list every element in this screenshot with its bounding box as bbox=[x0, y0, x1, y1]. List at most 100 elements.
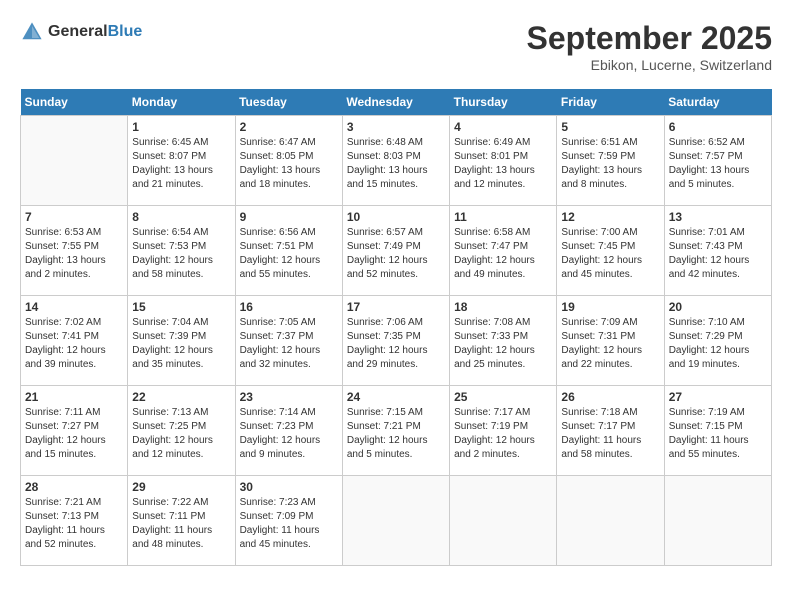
day-info-1: Sunrise: 6:45 AM Sunset: 8:07 PM Dayligh… bbox=[132, 136, 230, 192]
day-number-26: 26 bbox=[561, 390, 659, 404]
day-info-26: Sunrise: 7:18 AM Sunset: 7:17 PM Dayligh… bbox=[561, 406, 659, 462]
day-info-5: Sunrise: 6:51 AM Sunset: 7:59 PM Dayligh… bbox=[561, 136, 659, 192]
day-info-30: Sunrise: 7:23 AM Sunset: 7:09 PM Dayligh… bbox=[240, 496, 338, 552]
day-info-9: Sunrise: 6:56 AM Sunset: 7:51 PM Dayligh… bbox=[240, 226, 338, 282]
day-cell-17: 17 Sunrise: 7:06 AM Sunset: 7:35 PM Dayli… bbox=[342, 296, 449, 386]
day-info-13: Sunrise: 7:01 AM Sunset: 7:43 PM Dayligh… bbox=[669, 226, 767, 282]
day-info-8: Sunrise: 6:54 AM Sunset: 7:53 PM Dayligh… bbox=[132, 226, 230, 282]
day-cell-21: 21 Sunrise: 7:11 AM Sunset: 7:27 PM Dayli… bbox=[21, 386, 128, 476]
day-number-15: 15 bbox=[132, 300, 230, 314]
day-cell-2: 2 Sunrise: 6:47 AM Sunset: 8:05 PM Daylig… bbox=[235, 116, 342, 206]
day-cell-24: 24Sunrise: 7:15 AM Sunset: 7:21 PM Dayli… bbox=[342, 386, 449, 476]
day-cell-8: 8Sunrise: 6:54 AM Sunset: 7:53 PM Daylig… bbox=[128, 206, 235, 296]
day-info-27: Sunrise: 7:19 AM Sunset: 7:15 PM Dayligh… bbox=[669, 406, 767, 462]
day-info-18: Sunrise: 7:08 AM Sunset: 7:33 PM Dayligh… bbox=[454, 316, 552, 372]
month-title: September 2025 bbox=[527, 20, 772, 57]
day-cell-12: 12 Sunrise: 7:00 AM Sunset: 7:45 PM Dayli… bbox=[557, 206, 664, 296]
day-info-17: Sunrise: 7:06 AM Sunset: 7:35 PM Dayligh… bbox=[347, 316, 445, 372]
day-number-18: 18 bbox=[454, 300, 552, 314]
day-info-15: Sunrise: 7:04 AM Sunset: 7:39 PM Dayligh… bbox=[132, 316, 230, 372]
day-cell-20: 20 Sunrise: 7:10 AM Sunset: 7:29 PM Dayli… bbox=[664, 296, 771, 386]
day-number-23: 23 bbox=[240, 390, 338, 404]
logo-icon bbox=[20, 20, 44, 44]
day-number-6: 6 bbox=[669, 120, 767, 134]
weekday-header-wednesday: Wednesday bbox=[342, 89, 449, 116]
day-info-7: Sunrise: 6:53 AM Sunset: 7:55 PM Dayligh… bbox=[25, 226, 123, 282]
day-info-20: Sunrise: 7:10 AM Sunset: 7:29 PM Dayligh… bbox=[669, 316, 767, 372]
day-info-16: Sunrise: 7:05 AM Sunset: 7:37 PM Dayligh… bbox=[240, 316, 338, 372]
weekday-header-tuesday: Tuesday bbox=[235, 89, 342, 116]
weekday-header-row: SundayMondayTuesdayWednesdayThursdayFrid… bbox=[21, 89, 772, 116]
day-cell-9: 9Sunrise: 6:56 AM Sunset: 7:51 PM Daylig… bbox=[235, 206, 342, 296]
day-number-21: 21 bbox=[25, 390, 123, 404]
day-cell-23: 23 Sunrise: 7:14 AM Sunset: 7:23 PM Dayli… bbox=[235, 386, 342, 476]
empty-cell bbox=[664, 476, 771, 566]
page-header: GeneralBlue September 2025 Ebikon, Lucer… bbox=[20, 20, 772, 73]
day-info-10: Sunrise: 6:57 AM Sunset: 7:49 PM Dayligh… bbox=[347, 226, 445, 282]
day-cell-13: 13 Sunrise: 7:01 AM Sunset: 7:43 PM Dayli… bbox=[664, 206, 771, 296]
day-info-14: Sunrise: 7:02 AM Sunset: 7:41 PM Dayligh… bbox=[25, 316, 123, 372]
location-subtitle: Ebikon, Lucerne, Switzerland bbox=[527, 57, 772, 73]
day-number-20: 20 bbox=[669, 300, 767, 314]
empty-cell bbox=[342, 476, 449, 566]
day-cell-4: 4Sunrise: 6:49 AM Sunset: 8:01 PM Daylig… bbox=[450, 116, 557, 206]
calendar-table: SundayMondayTuesdayWednesdayThursdayFrid… bbox=[20, 89, 772, 566]
day-cell-30: 30 Sunrise: 7:23 AM Sunset: 7:09 PM Dayli… bbox=[235, 476, 342, 566]
day-info-21: Sunrise: 7:11 AM Sunset: 7:27 PM Dayligh… bbox=[25, 406, 123, 462]
day-cell-6: 6Sunrise: 6:52 AM Sunset: 7:57 PM Daylig… bbox=[664, 116, 771, 206]
day-number-4: 4 bbox=[454, 120, 552, 134]
day-cell-11: 11Sunrise: 6:58 AM Sunset: 7:47 PM Dayli… bbox=[450, 206, 557, 296]
day-cell-18: 18 Sunrise: 7:08 AM Sunset: 7:33 PM Dayli… bbox=[450, 296, 557, 386]
day-cell-16: 16 Sunrise: 7:05 AM Sunset: 7:37 PM Dayli… bbox=[235, 296, 342, 386]
day-number-30: 30 bbox=[240, 480, 338, 494]
day-cell-15: 15 Sunrise: 7:04 AM Sunset: 7:39 PM Dayli… bbox=[128, 296, 235, 386]
day-cell-29: 29 Sunrise: 7:22 AM Sunset: 7:11 PM Dayli… bbox=[128, 476, 235, 566]
day-cell-7: 7 Sunrise: 6:53 AM Sunset: 7:55 PM Daylig… bbox=[21, 206, 128, 296]
day-cell-27: 27 Sunrise: 7:19 AM Sunset: 7:15 PM Dayli… bbox=[664, 386, 771, 476]
weekday-header-sunday: Sunday bbox=[21, 89, 128, 116]
logo-text-general: General bbox=[48, 23, 108, 40]
empty-cell bbox=[450, 476, 557, 566]
day-cell-1: 1 Sunrise: 6:45 AM Sunset: 8:07 PM Daylig… bbox=[128, 116, 235, 206]
day-info-29: Sunrise: 7:22 AM Sunset: 7:11 PM Dayligh… bbox=[132, 496, 230, 552]
day-number-2: 2 bbox=[240, 120, 338, 134]
day-info-12: Sunrise: 7:00 AM Sunset: 7:45 PM Dayligh… bbox=[561, 226, 659, 282]
day-number-5: 5 bbox=[561, 120, 659, 134]
weekday-header-monday: Monday bbox=[128, 89, 235, 116]
day-info-28: Sunrise: 7:21 AM Sunset: 7:13 PM Dayligh… bbox=[25, 496, 123, 552]
day-cell-28: 28Sunrise: 7:21 AM Sunset: 7:13 PM Dayli… bbox=[21, 476, 128, 566]
day-cell-25: 25 Sunrise: 7:17 AM Sunset: 7:19 PM Dayli… bbox=[450, 386, 557, 476]
empty-cell bbox=[21, 116, 128, 206]
day-number-13: 13 bbox=[669, 210, 767, 224]
week-row-2: 7 Sunrise: 6:53 AM Sunset: 7:55 PM Daylig… bbox=[21, 206, 772, 296]
week-row-5: 28Sunrise: 7:21 AM Sunset: 7:13 PM Dayli… bbox=[21, 476, 772, 566]
week-row-4: 21 Sunrise: 7:11 AM Sunset: 7:27 PM Dayli… bbox=[21, 386, 772, 476]
day-number-17: 17 bbox=[347, 300, 445, 314]
day-number-10: 10 bbox=[347, 210, 445, 224]
day-cell-10: 10 Sunrise: 6:57 AM Sunset: 7:49 PM Dayli… bbox=[342, 206, 449, 296]
day-info-3: Sunrise: 6:48 AM Sunset: 8:03 PM Dayligh… bbox=[347, 136, 445, 192]
day-number-14: 14 bbox=[25, 300, 123, 314]
day-number-29: 29 bbox=[132, 480, 230, 494]
day-number-24: 24 bbox=[347, 390, 445, 404]
day-info-2: Sunrise: 6:47 AM Sunset: 8:05 PM Dayligh… bbox=[240, 136, 338, 192]
day-number-7: 7 bbox=[25, 210, 123, 224]
day-number-12: 12 bbox=[561, 210, 659, 224]
week-row-1: 1 Sunrise: 6:45 AM Sunset: 8:07 PM Daylig… bbox=[21, 116, 772, 206]
day-info-25: Sunrise: 7:17 AM Sunset: 7:19 PM Dayligh… bbox=[454, 406, 552, 462]
day-number-16: 16 bbox=[240, 300, 338, 314]
day-info-23: Sunrise: 7:14 AM Sunset: 7:23 PM Dayligh… bbox=[240, 406, 338, 462]
day-number-22: 22 bbox=[132, 390, 230, 404]
day-number-1: 1 bbox=[132, 120, 230, 134]
day-info-22: Sunrise: 7:13 AM Sunset: 7:25 PM Dayligh… bbox=[132, 406, 230, 462]
day-number-11: 11 bbox=[454, 210, 552, 224]
day-number-19: 19 bbox=[561, 300, 659, 314]
day-number-25: 25 bbox=[454, 390, 552, 404]
week-row-3: 14 Sunrise: 7:02 AM Sunset: 7:41 PM Dayli… bbox=[21, 296, 772, 386]
day-number-3: 3 bbox=[347, 120, 445, 134]
day-number-27: 27 bbox=[669, 390, 767, 404]
day-cell-22: 22 Sunrise: 7:13 AM Sunset: 7:25 PM Dayli… bbox=[128, 386, 235, 476]
weekday-header-friday: Friday bbox=[557, 89, 664, 116]
day-cell-26: 26 Sunrise: 7:18 AM Sunset: 7:17 PM Dayli… bbox=[557, 386, 664, 476]
weekday-header-thursday: Thursday bbox=[450, 89, 557, 116]
